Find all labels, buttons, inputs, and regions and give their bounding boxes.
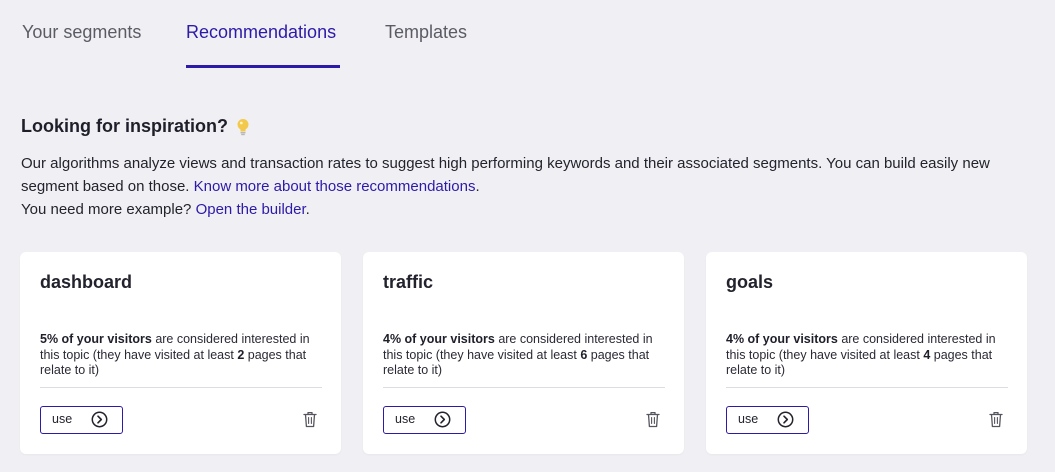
card-title: traffic bbox=[383, 272, 434, 292]
recommendation-card: dashboard 5% of your visitors are consid… bbox=[20, 252, 341, 454]
use-label: use bbox=[52, 412, 73, 426]
card-title: goals bbox=[726, 272, 774, 292]
recommendation-card: goals 4% of your visitors are considered… bbox=[706, 252, 1027, 454]
visitor-percent: 4% of your visitors bbox=[726, 332, 838, 346]
use-button[interactable]: use bbox=[383, 406, 466, 434]
know-more-link[interactable]: Know more about those recommendations bbox=[194, 178, 476, 195]
card-description: 5% of your visitors are considered inter… bbox=[40, 332, 324, 379]
tab-your-segments[interactable]: Your segments bbox=[22, 0, 152, 68]
recommendation-card: traffic 4% of your visitors are consider… bbox=[363, 252, 684, 454]
lightbulb-icon bbox=[237, 118, 249, 135]
heading-text: Looking for inspiration? bbox=[21, 116, 228, 136]
description-text: Our algorithms analyze views and transac… bbox=[21, 155, 990, 195]
card-divider bbox=[40, 387, 322, 388]
arrow-right-circle-icon bbox=[91, 411, 108, 428]
builder-prompt-text: You need more example? bbox=[21, 201, 196, 218]
description-period: . bbox=[475, 178, 480, 195]
visitor-percent: 4% of your visitors bbox=[383, 332, 495, 346]
card-divider bbox=[726, 387, 1008, 388]
visitor-percent: 5% of your visitors bbox=[40, 332, 152, 346]
trash-icon[interactable] bbox=[989, 411, 1003, 428]
section-description: Our algorithms analyze views and transac… bbox=[21, 152, 1041, 221]
recommendations-page: Your segments Recommendations Templates … bbox=[0, 0, 1055, 472]
card-title: dashboard bbox=[40, 272, 133, 292]
tab-templates[interactable]: Templates bbox=[385, 0, 475, 68]
trash-icon[interactable] bbox=[303, 411, 317, 428]
card-divider bbox=[383, 387, 665, 388]
use-button[interactable]: use bbox=[40, 406, 123, 434]
use-label: use bbox=[738, 412, 759, 426]
trash-icon[interactable] bbox=[646, 411, 660, 428]
section-heading: Looking for inspiration? bbox=[21, 116, 250, 137]
tab-recommendations[interactable]: Recommendations bbox=[186, 0, 340, 68]
open-builder-link[interactable]: Open the builder bbox=[196, 201, 306, 218]
use-button[interactable]: use bbox=[726, 406, 809, 434]
arrow-right-circle-icon bbox=[777, 411, 794, 428]
card-description: 4% of your visitors are considered inter… bbox=[383, 332, 667, 379]
use-label: use bbox=[395, 412, 416, 426]
builder-period: . bbox=[305, 201, 310, 218]
card-description: 4% of your visitors are considered inter… bbox=[726, 332, 1010, 379]
arrow-right-circle-icon bbox=[434, 411, 451, 428]
